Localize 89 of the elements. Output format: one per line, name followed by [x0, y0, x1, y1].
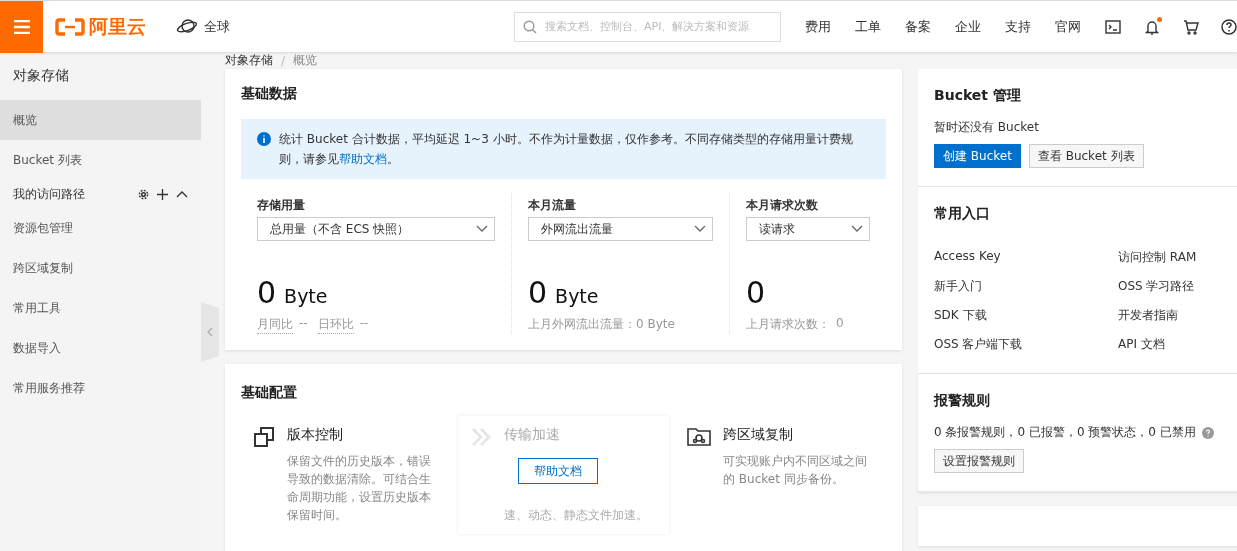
metric-select[interactable]: 总用量（不含 ECS 快照）	[257, 217, 495, 241]
metric-value: 0	[257, 275, 277, 310]
notice-text: 统计 Bucket 合计数据，平均延迟 1~3 小时。不作为计量数据，仅作参考。不同存储类型的存储用量计费规则，请参见帮助文档。	[279, 131, 854, 168]
sidebar-group-label: 我的访问路径	[13, 185, 85, 203]
chevron-down-icon	[476, 225, 488, 233]
chevron-down-icon	[851, 225, 863, 233]
chevron-left-icon	[207, 327, 213, 337]
shortcut-link[interactable]: 新手入门	[934, 278, 1118, 295]
feature-description: 可实现账户内不同区域之间的 Bucket 同步备份。	[723, 453, 868, 488]
card-title: 基础数据	[241, 85, 298, 103]
brand-name: 阿里云	[89, 13, 146, 39]
panel-title: Bucket 管理	[934, 87, 1022, 105]
help-link[interactable]: 帮助文档	[339, 152, 387, 166]
nav-link[interactable]: 支持	[1005, 17, 1031, 36]
shortcut-link[interactable]: 访问控制 RAM	[1118, 249, 1232, 266]
info-icon	[257, 132, 271, 146]
metric-footnote: 上月请求次数：	[746, 316, 830, 333]
nav-link[interactable]: 费用	[805, 17, 831, 36]
metric-label: 存储用量	[257, 196, 306, 214]
breadcrumb-item: 概览	[293, 52, 318, 69]
nav-link[interactable]: 备案	[905, 17, 931, 36]
metric-label: 本月请求次数	[746, 196, 819, 214]
bell-icon[interactable]	[1145, 18, 1159, 35]
metric-value: 0	[528, 275, 548, 310]
sidebar-item[interactable]: 常用服务推荐	[0, 368, 201, 408]
region-selector[interactable]: 全球	[204, 17, 230, 36]
sidebar-title: 对象存储	[12, 66, 70, 85]
sidebar-item[interactable]: 常用工具	[0, 288, 201, 328]
panel-title: 常用入口	[934, 205, 991, 223]
shortcut-link[interactable]: API 文档	[1118, 336, 1232, 353]
sidebar-item[interactable]: 跨区域复制	[0, 248, 201, 288]
metric-footnote-value: --	[299, 316, 308, 332]
shortcut-link[interactable]: 开发者指南	[1118, 307, 1232, 324]
metric-select[interactable]: 读请求	[746, 217, 870, 241]
terminal-icon[interactable]	[1105, 19, 1121, 34]
nav-link[interactable]: 工单	[855, 17, 881, 36]
copy-icon	[253, 426, 275, 448]
metric-unit: Byte	[555, 285, 599, 307]
sidebar-item[interactable]: 概览	[0, 100, 201, 140]
empty-text: 暂时还没有 Bucket	[934, 119, 1040, 136]
double-chevron-icon	[470, 426, 492, 448]
chevron-down-icon	[694, 225, 706, 233]
metric-footnote-value: --	[359, 316, 369, 332]
metric-unit: Byte	[284, 285, 328, 307]
search-icon	[523, 19, 537, 34]
settings-icon[interactable]	[138, 188, 149, 200]
shortcut-link[interactable]: OSS 客户端下载	[934, 336, 1118, 353]
nav-link[interactable]: 官网	[1055, 17, 1081, 36]
chevron-up-icon[interactable]	[176, 190, 188, 198]
feature-item[interactable]: 跨区域复制 可实现账户内不同区域之间的 Bucket 同步备份。	[675, 416, 886, 534]
cart-icon[interactable]	[1183, 18, 1199, 35]
feature-description: 速、动态、静态文件加速。	[504, 507, 649, 524]
card-title: 基础配置	[241, 384, 298, 402]
sidebar-item[interactable]: 数据导入	[0, 328, 201, 368]
alarm-settings-button[interactable]: 设置报警规则	[934, 449, 1024, 473]
metric-select[interactable]: 外网流出流量	[528, 217, 713, 241]
metric-footnote: 上月外网流出流量：0 Byte	[528, 316, 675, 333]
sidebar-group[interactable]: 我的访问路径	[0, 180, 201, 208]
menu-icon	[13, 19, 30, 34]
metric-value: 0	[746, 275, 766, 310]
metric-label: 本月流量	[528, 196, 577, 214]
search-box[interactable]: 搜索文档、控制台、API、解决方案和资源	[514, 11, 781, 42]
help-icon[interactable]	[1221, 18, 1237, 35]
sidebar-item[interactable]: Bucket 列表	[0, 140, 201, 180]
metric-footnote-value: 0	[836, 316, 844, 332]
metric-footnote: 日环比	[317, 316, 354, 334]
panel-title: 报警规则	[934, 392, 991, 410]
logo-icon	[55, 17, 85, 36]
list-button[interactable]: 查看 Bucket 列表	[1028, 144, 1144, 168]
breadcrumb-separator: /	[281, 53, 286, 68]
menu-button[interactable]	[0, 0, 43, 53]
plus-icon[interactable]	[157, 188, 168, 200]
shortcut-link[interactable]: Access Key	[934, 249, 1118, 266]
nav-link[interactable]: 企业	[955, 17, 981, 36]
globe-icon	[176, 17, 198, 36]
folder-share-icon	[687, 426, 711, 446]
shortcut-link[interactable]: OSS 学习路径	[1118, 278, 1232, 295]
feature-title: 传输加速	[504, 426, 561, 444]
alarm-summary: 0 条报警规则，0 已报警，0 预警状态，0 已禁用	[934, 424, 1196, 441]
feature-title: 跨区域复制	[723, 426, 794, 444]
breadcrumb-item[interactable]: 对象存储	[225, 52, 273, 69]
metric-footnote: 月同比	[257, 316, 293, 334]
feature-description: 保留文件的历史版本，错误导致的数据清除。可结合生命周期功能，设置历史版本保留时间。	[287, 453, 432, 524]
feature-title: 版本控制	[287, 426, 344, 444]
collapse-handle[interactable]	[201, 302, 219, 362]
sidebar-item[interactable]: 资源包管理	[0, 208, 201, 248]
shortcut-link[interactable]: SDK 下载	[934, 307, 1118, 324]
create-button[interactable]: 创建 Bucket	[934, 144, 1021, 168]
feature-item[interactable]: 版本控制 保留文件的历史版本，错误导致的数据清除。可结合生命周期功能，设置历史版本保留时间。	[241, 416, 452, 534]
